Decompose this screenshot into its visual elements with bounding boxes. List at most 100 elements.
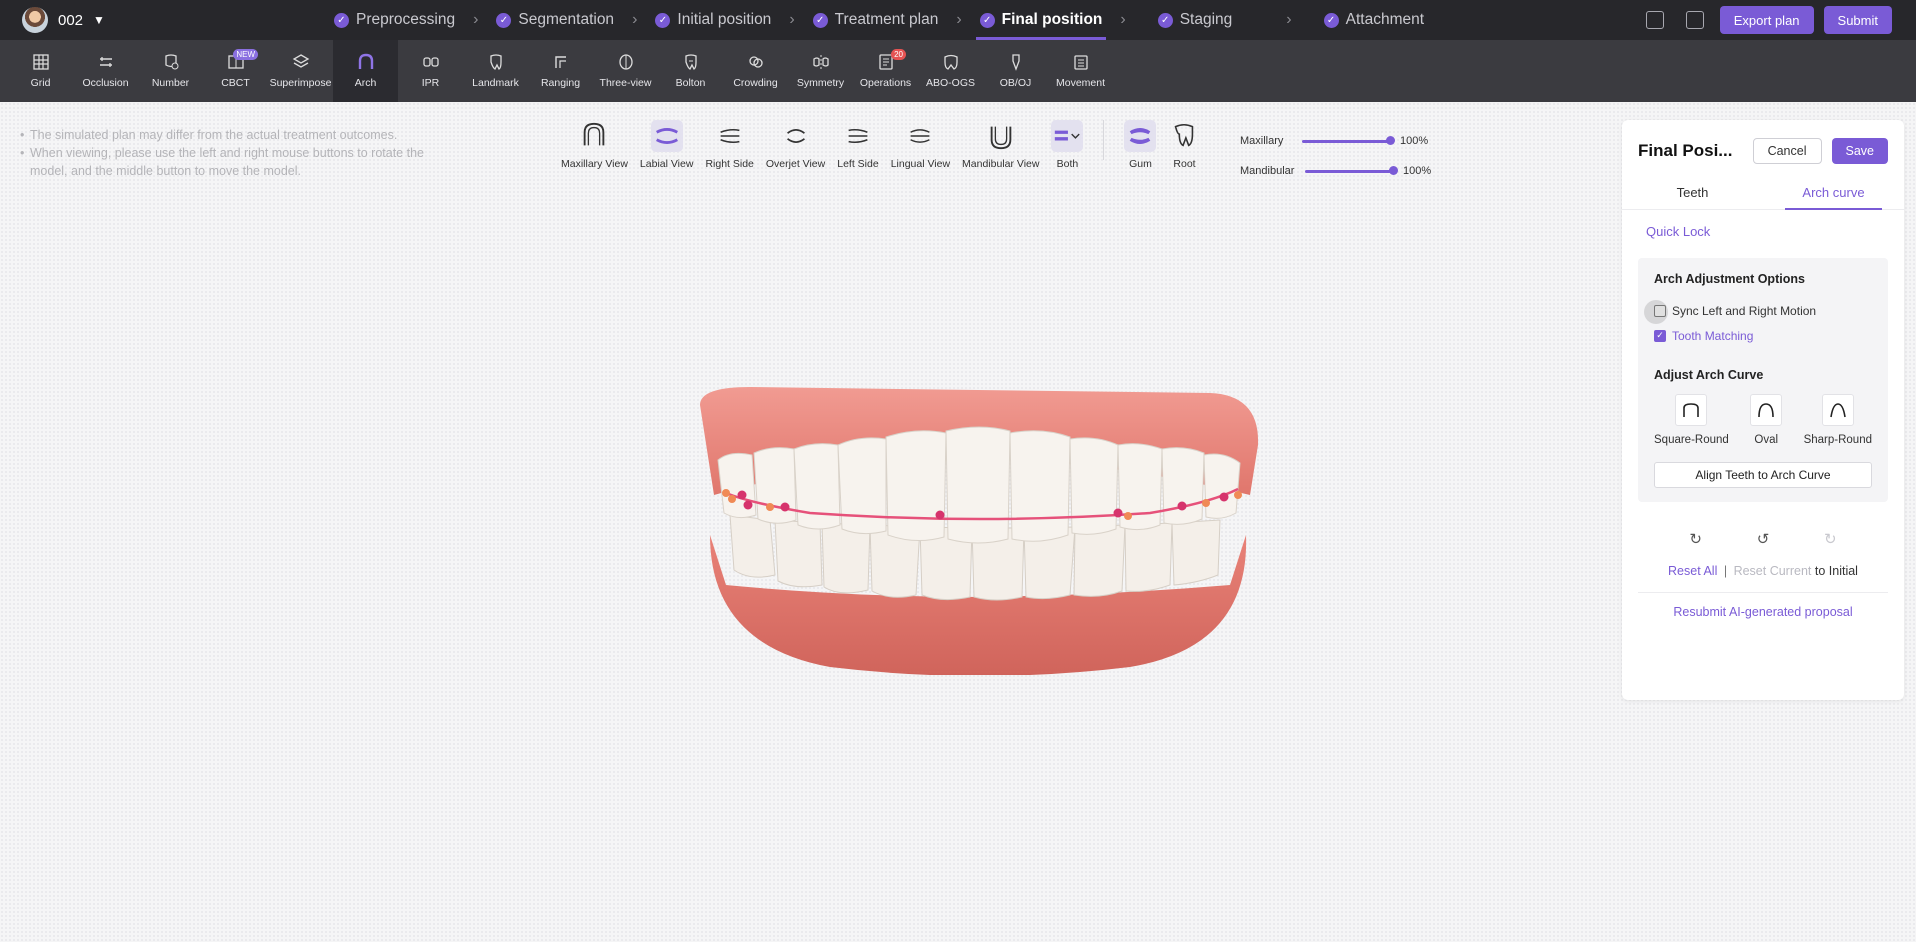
view-mandibular-view[interactable]: Mandibular View [962,120,1039,170]
view-maxillary-view[interactable]: Maxillary View [561,120,628,170]
step-final-position[interactable]: ✓ Final position [975,0,1107,40]
step-label: Treatment plan [834,11,939,28]
arch-adjustment-card: Arch Adjustment Options Sync Left and Ri… [1638,258,1888,502]
tool-label: Bolton [675,77,706,89]
sync-motion-checkbox[interactable]: Sync Left and Right Motion [1644,298,1872,324]
check-icon[interactable]: ✓ [1654,329,1666,342]
curve-sharp-round[interactable]: Sharp-Round [1804,394,1872,446]
slider-label: Mandibular [1240,165,1295,177]
step-segmentation[interactable]: ✓ Segmentation [492,0,618,40]
slider-value: 100% [1403,165,1432,177]
reset-row: Reset All | Reset Current to Initial [1622,564,1904,578]
export-plan-button[interactable]: Export plan [1719,6,1814,34]
view-labial-view[interactable]: Labial View [640,120,693,170]
tab-arch-curve[interactable]: Arch curve [1763,176,1904,210]
mandibular-slider[interactable] [1305,166,1398,175]
view-right-side[interactable]: Right Side [705,120,754,170]
tool-ob-oj[interactable]: OB/OJ [983,40,1048,102]
note-item: The simulated plan may differ from the a… [20,126,440,144]
dental-model[interactable] [690,385,1270,675]
view-toolbar: Maxillary View Labial View Right Side Overj… [555,120,1206,170]
inbox-icon[interactable] [1645,11,1664,29]
grid-icon [32,53,50,71]
tool-superimpose[interactable]: Superimpose [268,40,333,102]
check-circle-icon: ✓ [496,12,512,28]
step-label: Staging [1179,11,1233,28]
view-label: Root [1173,158,1196,170]
tooth-matching-checkbox[interactable]: ✓ Tooth Matching [1654,323,1872,348]
submit-button[interactable]: Submit [1823,6,1892,34]
image-icon[interactable] [1685,11,1704,29]
tool-ranging[interactable]: Ranging [528,40,593,102]
tool-arch[interactable]: Arch [333,40,398,102]
step-label: Segmentation [518,11,615,28]
tool-cbct[interactable]: CBCT NEW [203,40,268,102]
slider-handle[interactable] [1386,136,1395,145]
overjet-view-icon [780,120,812,152]
gum-icon [1124,120,1157,152]
tool-bolton[interactable]: Bolton [658,40,723,102]
oval-arch-icon[interactable] [1750,394,1783,426]
note-item: When viewing, please use the left and ri… [20,144,440,180]
quick-lock-link[interactable]: Quick Lock [1622,210,1904,250]
tool-abo-ogs[interactable]: ABO-OGS [918,40,983,102]
check-circle-icon: ✓ [812,12,828,28]
resubmit-ai-link[interactable]: Resubmit AI-generated proposal [1638,592,1888,619]
chevron-down-icon: ▼ [93,13,105,27]
movement-icon [1072,53,1090,71]
view-label: Right Side [705,158,754,170]
tool-operations[interactable]: Operations 20 [853,40,918,102]
undo-icon[interactable]: ↺ [1754,530,1772,548]
save-button[interactable]: Save [1831,138,1888,164]
checkbox-box[interactable] [1644,299,1668,324]
refresh-icon[interactable]: ↻ [1687,530,1705,548]
view-gum[interactable]: Gum [1124,120,1157,170]
align-teeth-button[interactable]: Align Teeth to Arch Curve [1654,462,1872,488]
step-attachment[interactable]: ✓ Attachment [1320,0,1428,40]
check-circle-icon: ✓ [1157,12,1173,28]
tool-symmetry[interactable]: Symmetry [788,40,853,102]
reset-all-link[interactable]: Reset All [1668,564,1717,578]
tool-three-view[interactable]: Three-view [593,40,658,102]
tab-teeth[interactable]: Teeth [1622,176,1763,209]
tool-crowding[interactable]: Crowding [723,40,788,102]
view-root[interactable]: Root [1168,120,1200,170]
step-preprocessing[interactable]: ✓ Preprocessing [330,0,459,40]
tool-label: ABO-OGS [925,77,975,89]
step-treatment-plan[interactable]: ✓ Treatment plan [809,0,943,40]
view-lingual-view[interactable]: Lingual View [891,120,950,170]
view-both[interactable]: Both [1051,120,1084,170]
tool-badge: NEW [233,49,258,60]
step-initial-position[interactable]: ✓ Initial position [651,0,775,40]
both-icon [1051,120,1084,152]
top-bar: 002 ▼ ✓ Preprocessing › ✓ Segmentation › ✓ Init… [0,0,1916,40]
check-circle-icon: ✓ [979,12,995,28]
view-label: Maxillary View [561,158,628,170]
cancel-button[interactable]: Cancel [1752,138,1822,164]
patient-selector[interactable]: 002 ▼ [0,7,330,33]
maxillary-slider[interactable] [1302,136,1395,145]
curve-oval[interactable]: Oval [1750,394,1783,446]
slider-handle[interactable] [1389,166,1398,175]
tool-landmark[interactable]: Landmark [463,40,528,102]
sharp-round-arch-icon[interactable] [1821,394,1854,426]
tool-number[interactable]: Number [138,40,203,102]
superimpose-icon [292,53,310,71]
tool-movement[interactable]: Movement [1048,40,1113,102]
tool-label: Symmetry [796,77,845,89]
lingual-view-icon [904,120,936,152]
square-round-arch-icon[interactable] [1675,394,1708,426]
mandibular-opacity: Mandibular 100% [1240,156,1440,186]
tool-occlusion[interactable]: Occlusion [73,40,138,102]
curve-square-round[interactable]: Square-Round [1654,394,1729,446]
step-staging[interactable]: ✓ Staging [1154,0,1237,40]
number-icon [162,53,180,71]
view-overjet-view[interactable]: Overjet View [766,120,825,170]
view-label: Overjet View [765,158,826,170]
chevron-right-icon: › [1120,11,1126,28]
tool-ipr[interactable]: IPR [398,40,463,102]
checkbox-label: Sync Left and Right Motion [1672,303,1817,318]
view-left-side[interactable]: Left Side [837,120,879,170]
tool-grid[interactable]: Grid [8,40,73,102]
patient-id: 002 [58,11,84,29]
